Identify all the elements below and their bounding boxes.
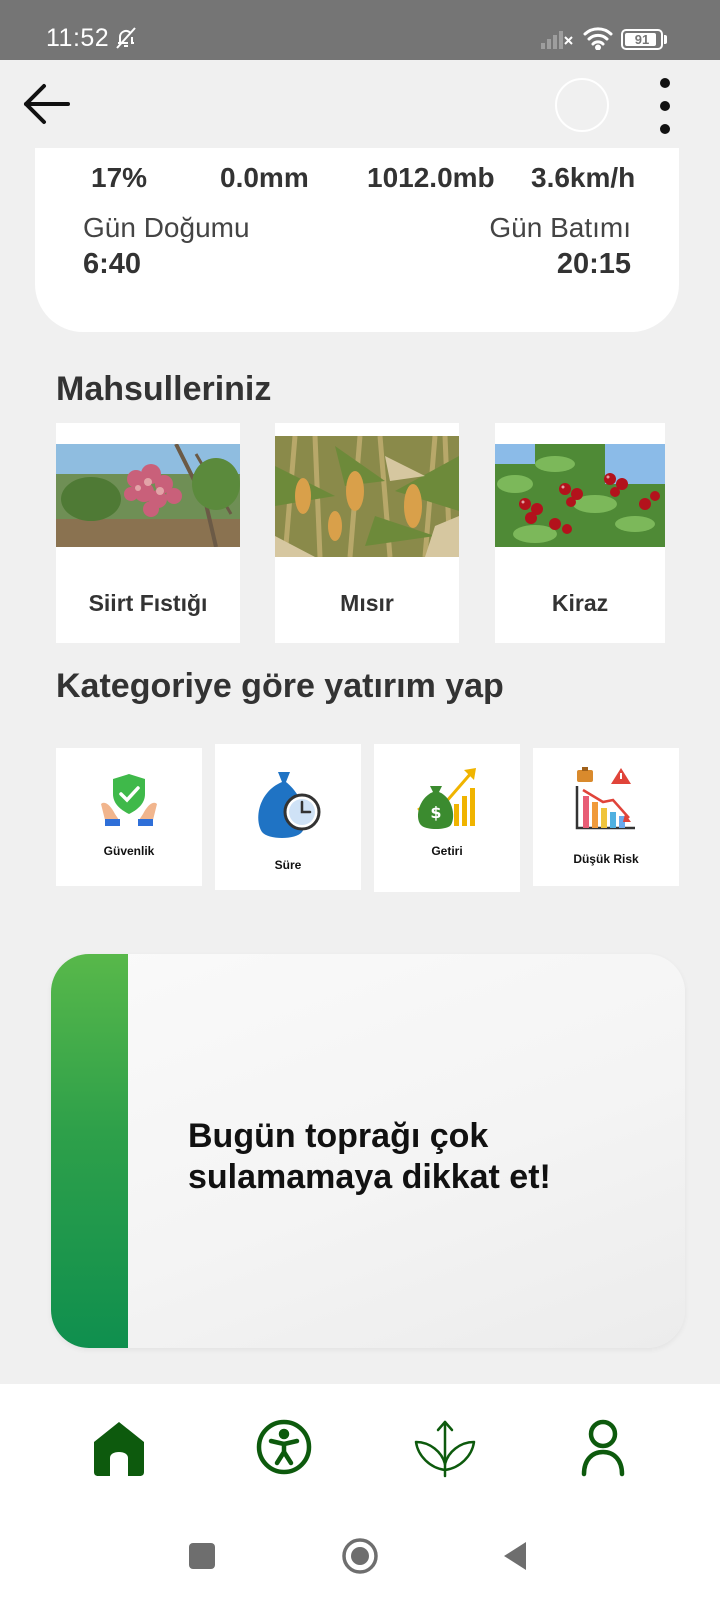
person-icon[interactable]	[568, 1412, 638, 1482]
category-label: Getiri	[431, 844, 463, 858]
crop-label: Kiraz	[551, 590, 609, 616]
recents-icon[interactable]	[182, 1536, 222, 1576]
money-growth-icon: $	[417, 768, 476, 829]
more-options-icon[interactable]	[650, 76, 680, 136]
rain-value: 0.0mm	[220, 162, 309, 193]
category-guvenlik[interactable]: Güvenlik	[56, 748, 202, 886]
tip-text: Bugün toprağı çok sulamamaya dikkat et!	[188, 1117, 551, 1196]
humidity-value: 17%	[91, 162, 148, 193]
crop-card-corn[interactable]: Mısır	[275, 423, 459, 643]
svg-text:$: $	[430, 803, 441, 822]
battery-indicator: 91	[621, 29, 667, 50]
crop-card-cherry[interactable]: Kiraz	[495, 423, 665, 643]
back-arrow-icon[interactable]	[18, 76, 74, 132]
category-label: Süre	[274, 858, 302, 872]
status-bar: 11:52 91	[0, 0, 720, 60]
home-circle-icon[interactable]	[340, 1536, 380, 1576]
sunrise-time: 6:40	[83, 248, 142, 280]
wind-value: 3.6km/h	[531, 162, 636, 193]
categories-title: Kategoriye göre yatırım yap	[56, 667, 504, 705]
sunset-label: Gün Batımı	[489, 212, 631, 243]
bottom-navigation	[0, 1384, 720, 1510]
tip-card: Bugün toprağı çok sulamamaya dikkat et!	[51, 954, 685, 1348]
back-triangle-icon[interactable]	[496, 1536, 536, 1576]
crops-title: Mahsulleriniz	[56, 370, 272, 408]
category-dusuk-risk[interactable]: Düşük Risk	[533, 748, 679, 886]
category-getiri[interactable]: $ Getiri	[374, 744, 520, 892]
shield-hands-icon	[101, 774, 157, 826]
battery-level: 91	[634, 32, 650, 47]
system-navigation-bar	[0, 1510, 720, 1600]
sprout-icon[interactable]	[410, 1412, 480, 1482]
category-sure[interactable]: Süre	[215, 744, 361, 890]
corn-image	[275, 436, 459, 557]
app-bar	[0, 60, 720, 148]
accessibility-icon[interactable]	[249, 1412, 319, 1482]
cherry-image	[495, 444, 665, 547]
home-icon[interactable]	[84, 1412, 154, 1482]
bell-off-icon	[116, 27, 136, 49]
crop-label: Mısır	[340, 590, 394, 616]
sunset-time: 20:15	[556, 248, 631, 280]
signal-icon	[541, 31, 573, 49]
profile-avatar[interactable]	[555, 78, 609, 132]
category-label: Güvenlik	[103, 844, 155, 858]
crop-label: Siirt Fıstığı	[88, 590, 208, 616]
risk-chart-icon	[575, 767, 635, 830]
wifi-icon	[583, 27, 613, 50]
status-time: 11:52	[46, 24, 110, 52]
pistachio-image	[56, 444, 240, 547]
money-bag-clock-icon	[258, 772, 321, 838]
crop-card-pistachio[interactable]: Siirt Fıstığı	[56, 423, 240, 643]
pressure-value: 1012.0mb	[367, 162, 495, 193]
weather-card: 17% 0.0mm 1012.0mb 3.6km/h Gün Doğumu 6:…	[35, 148, 679, 332]
category-label: Düşük Risk	[573, 852, 639, 866]
sunrise-label: Gün Doğumu	[83, 212, 250, 243]
tip-accent-stripe	[51, 954, 128, 1348]
